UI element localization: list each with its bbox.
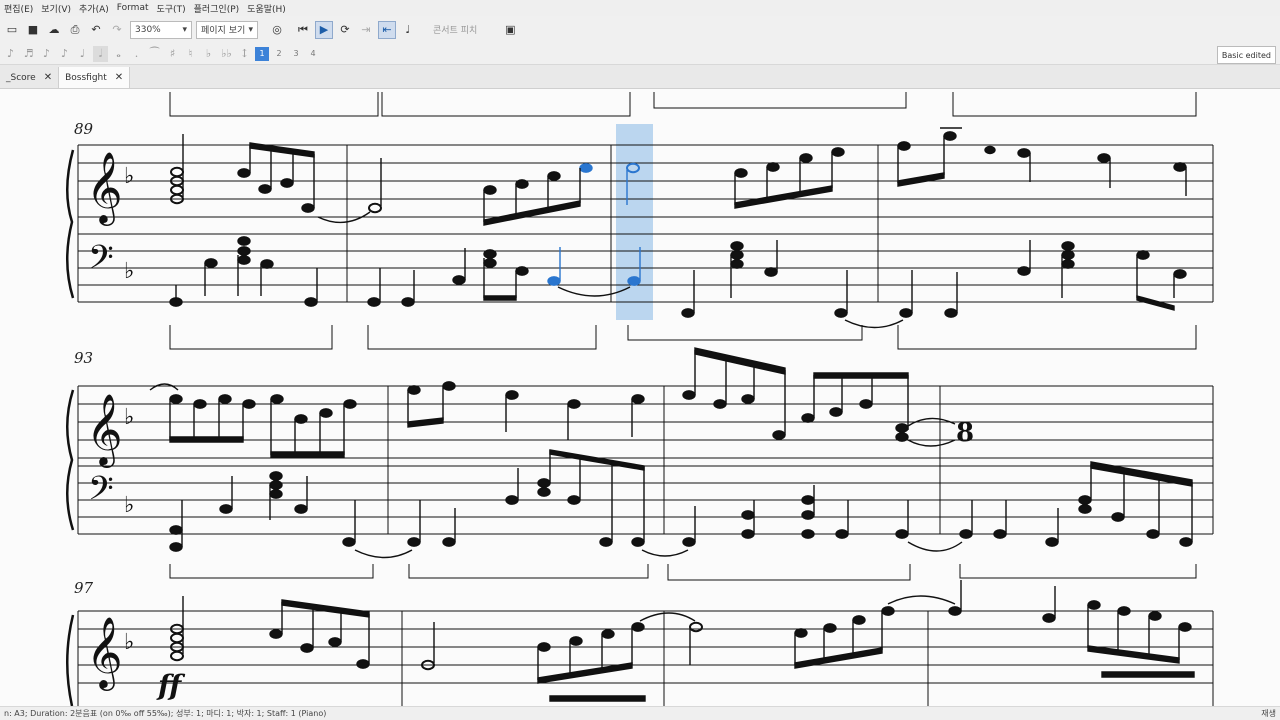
score-canvas[interactable]: 89 𝄞 𝄢 ♭ ♭ 93 𝄞 𝄢 ♭ ♭ 8 97 𝄞 ♭ ff	[0, 89, 1280, 706]
tie-icon[interactable]: ⁀	[147, 46, 162, 62]
voice-4-button[interactable]: 4	[306, 47, 320, 61]
chevron-down-icon: ▾	[248, 24, 253, 35]
treble-clef-icon: 𝄞	[86, 615, 123, 691]
bass-clef-icon: 𝄢	[88, 470, 114, 516]
whole-note-icon[interactable]: 𝅝	[111, 46, 126, 62]
menu-edit[interactable]: 편집(E)	[0, 2, 37, 15]
treble-clef-icon: 𝄞	[86, 150, 123, 226]
previous-system-remnant	[169, 92, 1197, 117]
grand-staff-brace	[66, 149, 75, 299]
multimeasure-rest-count: 8	[956, 418, 974, 448]
main-toolbar: ▭ ■ ☁ ⎙ ↶ ↷ 330% ▾ 페이지 보기 ▾ ◎ ⏮ ▶ ⟳ ⇥ ⇤ ♩ …	[0, 16, 1280, 43]
voice-1-button[interactable]: 1	[255, 46, 269, 61]
notes-system-2	[149, 347, 1193, 559]
redo-icon[interactable]: ↷	[108, 21, 126, 39]
system-1	[66, 124, 1214, 350]
notes-system-1	[169, 127, 1187, 329]
view-mode-select[interactable]: 페이지 보기 ▾	[196, 20, 258, 39]
loop-in-icon[interactable]: ⇥	[357, 21, 375, 39]
status-selection-info: n: A3; Duration: 2분음표 (on 0‰ off 55‰); 성…	[4, 709, 327, 718]
tab-score[interactable]: _Score ✕	[0, 67, 60, 88]
key-signature-flat-icon: ♭	[124, 630, 134, 655]
treble-clef-icon: 𝄞	[86, 392, 123, 468]
measure-number-89: 89	[74, 120, 94, 138]
sharp-icon[interactable]: ♯	[165, 46, 180, 62]
bass-clef-icon: 𝄢	[88, 239, 114, 285]
measure-number-97: 97	[74, 579, 94, 597]
close-icon[interactable]: ✕	[115, 72, 123, 83]
note-input-toolbar: ♪ ♬ ♪ ♪ ♩ 𝅗𝅥 𝅝 . ⁀ ♯ ♮ ♭ ♭♭ ↕ 1 2 3 4 Ba…	[0, 43, 1280, 65]
status-bar: n: A3; Duration: 2분음표 (on 0‰ off 55‰); 성…	[0, 706, 1280, 720]
new-file-icon[interactable]: ▭	[3, 21, 21, 39]
system-2	[66, 385, 1214, 581]
metronome-icon[interactable]: ♩	[399, 21, 417, 39]
close-icon[interactable]: ✕	[44, 72, 52, 83]
flip-direction-icon[interactable]: ↕	[237, 46, 252, 62]
cloud-upload-icon[interactable]: ☁	[45, 21, 63, 39]
measure-number-93: 93	[74, 349, 93, 367]
midi-input-icon[interactable]: ◎	[268, 21, 286, 39]
augmentation-dot-icon[interactable]: .	[129, 46, 144, 62]
image-capture-icon[interactable]: ▣	[501, 21, 519, 39]
menu-format[interactable]: Format	[113, 3, 153, 13]
menu-tools[interactable]: 도구(T)	[153, 2, 190, 15]
double-flat-icon[interactable]: ♭♭	[219, 46, 234, 62]
concert-pitch-button[interactable]: 콘서트 피치	[433, 23, 477, 36]
sixteenth-note-icon[interactable]: ♬	[21, 46, 36, 62]
bracket-line	[169, 92, 379, 117]
voice-3-button[interactable]: 3	[289, 47, 303, 61]
rewind-icon[interactable]: ⏮	[294, 21, 312, 39]
grace-note-icon[interactable]: ♪	[3, 46, 18, 62]
undo-icon[interactable]: ↶	[87, 21, 105, 39]
key-signature-flat-icon: ♭	[124, 259, 134, 284]
quarter-note-icon[interactable]: ♩	[75, 46, 90, 62]
key-signature-flat-icon: ♭	[124, 164, 134, 189]
menu-view[interactable]: 보기(V)	[37, 2, 75, 15]
menu-plugins[interactable]: 플러그인(P)	[190, 2, 244, 15]
sixteenth-duration-icon[interactable]: ♪	[57, 46, 72, 62]
workspace-select[interactable]: Basic edited	[1216, 46, 1276, 64]
key-signature-flat-icon: ♭	[124, 405, 134, 430]
dynamic-marking: ff	[156, 669, 186, 702]
half-note-icon[interactable]: 𝅗𝅥	[93, 45, 108, 62]
save-icon[interactable]: ■	[24, 21, 42, 39]
menu-help[interactable]: 도움말(H)	[243, 2, 290, 15]
menu-bar: 편집(E) 보기(V) 추가(A) Format 도구(T) 플러그인(P) 도…	[0, 0, 1280, 16]
chevron-down-icon: ▾	[182, 24, 187, 35]
voice-2-button[interactable]: 2	[272, 47, 286, 61]
key-signature-flat-icon: ♭	[124, 493, 134, 518]
print-icon[interactable]: ⎙	[66, 21, 84, 39]
menu-add[interactable]: 추가(A)	[75, 2, 113, 15]
eighth-note-icon[interactable]: ♪	[39, 46, 54, 62]
view-mode-value: 페이지 보기	[201, 26, 246, 36]
tab-label: _Score	[6, 72, 36, 83]
loop-icon[interactable]: ⟳	[336, 21, 354, 39]
tab-bossfight[interactable]: Bossfight ✕	[59, 67, 131, 88]
loop-out-icon[interactable]: ⇤	[378, 20, 396, 39]
zoom-value: 330%	[135, 24, 161, 35]
play-icon[interactable]: ▶	[315, 20, 333, 39]
tab-bar: _Score ✕ Bossfight ✕	[0, 65, 1280, 89]
zoom-select[interactable]: 330% ▾	[130, 20, 192, 39]
flat-icon[interactable]: ♭	[201, 46, 216, 62]
tab-label: Bossfight	[65, 72, 107, 83]
status-playback-state: 재생	[1261, 709, 1276, 718]
natural-icon[interactable]: ♮	[183, 46, 198, 62]
